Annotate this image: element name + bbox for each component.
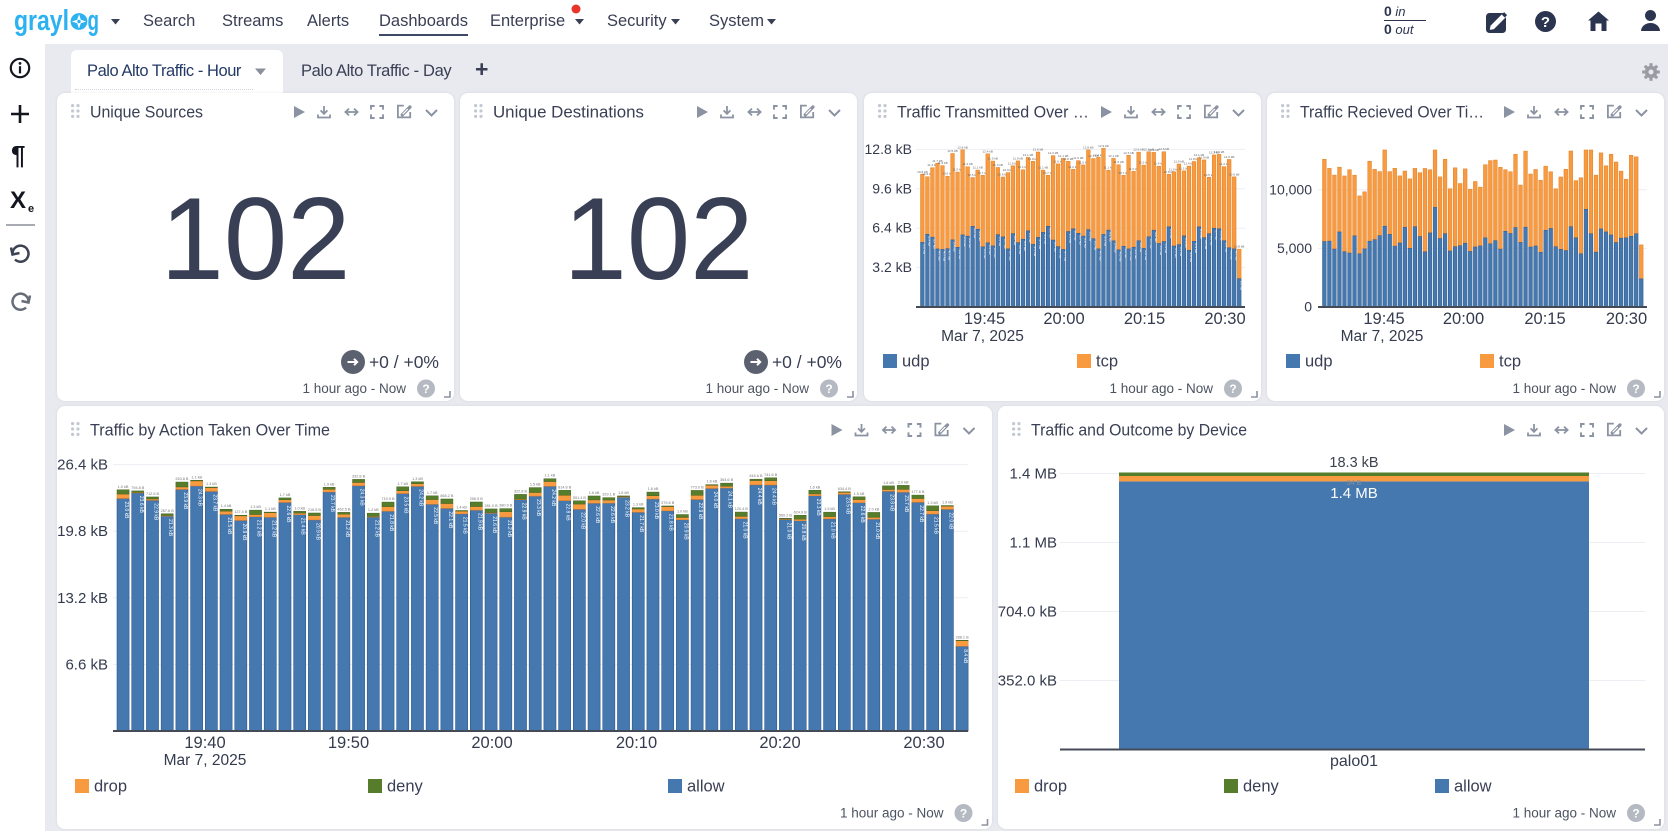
svg-text:¶: ¶ (11, 140, 25, 170)
svg-text:e: e (28, 203, 34, 215)
svg-text:?: ? (1541, 14, 1550, 31)
svg-text:g: g (88, 5, 100, 37)
svg-text:grayl: grayl (14, 5, 69, 37)
svg-text:X: X (10, 187, 26, 214)
